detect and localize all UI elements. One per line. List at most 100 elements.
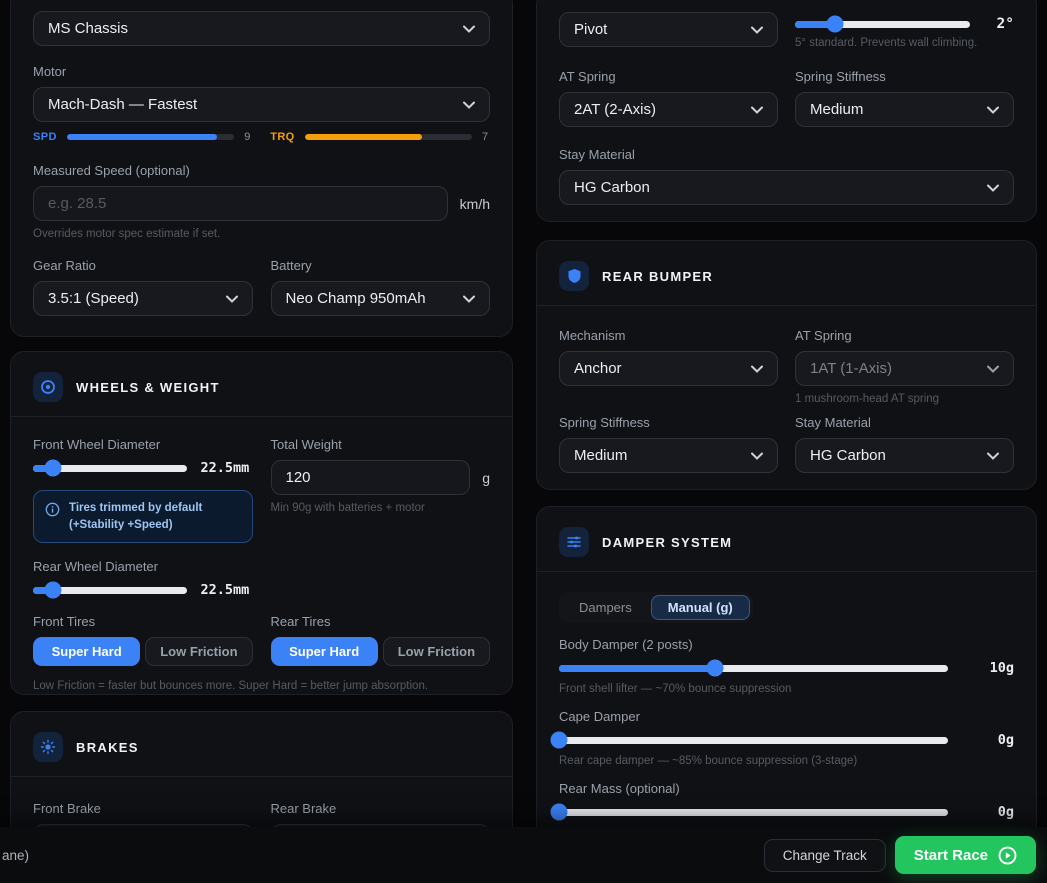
motor-stat-bars: SPD 9 TRQ 7	[33, 131, 490, 143]
gear-ratio-select[interactable]: 3.5:1 (Speed)	[33, 281, 253, 316]
front-angle-value: 2°	[984, 16, 1014, 32]
front-mechanism-select[interactable]: Pivot	[559, 12, 778, 47]
chassis-select[interactable]: MS Chassis	[33, 11, 490, 46]
front-tire-low-friction-button[interactable]: Low Friction	[145, 637, 252, 666]
panel-title: DAMPER SYSTEM	[602, 535, 732, 550]
battery-label: Battery	[271, 258, 491, 273]
weight-unit-label: g	[482, 470, 490, 486]
drivetrain-panel: MS Chassis Motor Mach-Dash — Fastest SPD…	[10, 0, 513, 337]
race-setup-screen: MS Chassis Motor Mach-Dash — Fastest SPD…	[0, 0, 1047, 883]
front-tire-super-hard-button[interactable]: Super Hard	[33, 637, 140, 666]
rear-tire-super-hard-button[interactable]: Super Hard	[271, 637, 378, 666]
total-weight-input[interactable]	[271, 460, 471, 495]
trq-label: TRQ	[270, 131, 294, 143]
gear-ratio-label: Gear Ratio	[33, 258, 253, 273]
front-wheel-slider[interactable]	[33, 465, 187, 472]
cape-damper-value: 0g	[962, 732, 1014, 748]
rear-stay-label: Stay Material	[795, 415, 1014, 430]
sliders-icon	[559, 527, 589, 557]
rear-at-spring-select-value: 1AT (1-Axis)	[810, 360, 979, 377]
front-stiffness-select[interactable]: Medium	[795, 92, 1014, 127]
damper-system-panel: DAMPER SYSTEM Dampers Manual (g) Body Da…	[536, 506, 1037, 866]
tab-manual-g[interactable]: Manual (g)	[651, 595, 750, 620]
front-angle-slider-thumb[interactable]	[827, 16, 844, 33]
rear-stay-select[interactable]: HG Carbon	[795, 438, 1014, 473]
chassis-select-value: MS Chassis	[48, 20, 455, 37]
rear-tire-low-friction-button[interactable]: Low Friction	[383, 637, 490, 666]
cape-damper-slider[interactable]	[559, 737, 948, 744]
rear-wheel-slider[interactable]	[33, 587, 187, 594]
rear-mass-slider-thumb[interactable]	[551, 804, 568, 821]
wheels-weight-panel: WHEELS & WEIGHT Front Wheel Diameter 22.…	[10, 351, 513, 695]
motor-label: Motor	[33, 64, 490, 79]
motor-select[interactable]: Mach-Dash — Fastest	[33, 87, 490, 122]
rear-mass-slider[interactable]	[559, 809, 948, 816]
rear-mechanism-select-value: Anchor	[574, 360, 743, 377]
damper-mode-tabs: Dampers Manual (g)	[559, 592, 753, 623]
chevron-down-icon	[463, 25, 475, 33]
rear-brake-label: Rear Brake	[271, 801, 491, 816]
measured-speed-help: Overrides motor spec estimate if set.	[33, 228, 490, 240]
rear-at-spring-help: 1 mushroom-head AT spring	[795, 393, 1014, 405]
cape-damper-help: Rear cape damper — ~85% bounce suppressi…	[559, 755, 1014, 767]
battery-select[interactable]: Neo Champ 950mAh	[271, 281, 491, 316]
rear-wheel-value: 22.5mm	[201, 582, 253, 598]
body-damper-value: 10g	[962, 660, 1014, 676]
front-wheel-slider-thumb[interactable]	[44, 460, 61, 477]
front-angle-slider[interactable]	[795, 21, 970, 28]
body-damper-help: Front shell lifter — ~70% bounce suppres…	[559, 683, 1014, 695]
gear-ratio-select-value: 3.5:1 (Speed)	[48, 290, 218, 307]
play-circle-icon	[998, 846, 1017, 865]
body-damper-label: Body Damper (2 posts)	[559, 637, 1014, 652]
chevron-down-icon	[987, 452, 999, 460]
panel-title: WHEELS & WEIGHT	[76, 380, 220, 395]
front-at-spring-label: AT Spring	[559, 69, 778, 84]
body-damper-slider-thumb[interactable]	[706, 660, 723, 677]
rear-bumper-panel: REAR BUMPER Mechanism Anchor AT Spring 1…	[536, 240, 1037, 490]
rear-mechanism-label: Mechanism	[559, 328, 778, 343]
cape-damper-label: Cape Damper	[559, 709, 1014, 724]
tires-help: Low Friction = faster but bounces more. …	[33, 680, 490, 692]
measured-speed-input[interactable]	[33, 186, 448, 221]
rear-at-spring-label: AT Spring	[795, 328, 1014, 343]
body-damper-slider[interactable]	[559, 665, 948, 672]
chevron-down-icon	[463, 295, 475, 303]
front-stay-label: Stay Material	[559, 147, 1014, 162]
chevron-down-icon	[463, 101, 475, 109]
chevron-down-icon	[226, 295, 238, 303]
total-weight-label: Total Weight	[271, 437, 491, 452]
chevron-down-icon	[751, 106, 763, 114]
front-at-spring-select[interactable]: 2AT (2-Axis)	[559, 92, 778, 127]
footer-bar: ane) Change Track Start Race	[0, 827, 1047, 883]
rear-wheel-slider-thumb[interactable]	[44, 582, 61, 599]
front-stay-select[interactable]: HG Carbon	[559, 170, 1014, 205]
rear-stay-select-value: HG Carbon	[810, 447, 979, 464]
chevron-down-icon	[987, 184, 999, 192]
front-mechanism-select-value: Pivot	[574, 21, 743, 38]
tires-trimmed-note: Tires trimmed by default (+Stability +Sp…	[33, 490, 253, 543]
target-icon	[33, 372, 63, 402]
chevron-down-icon	[751, 26, 763, 34]
chevron-down-icon	[751, 452, 763, 460]
front-stiffness-select-value: Medium	[810, 101, 979, 118]
rear-wheel-label: Rear Wheel Diameter	[33, 559, 253, 574]
tires-trimmed-text: Tires trimmed by default (+Stability +Sp…	[69, 500, 241, 533]
shield-icon	[559, 261, 589, 291]
front-wheel-value: 22.5mm	[201, 460, 253, 476]
spd-value: 9	[244, 131, 252, 143]
total-weight-help: Min 90g with batteries + motor	[271, 502, 491, 514]
front-stay-select-value: HG Carbon	[574, 179, 979, 196]
change-track-button[interactable]: Change Track	[764, 839, 886, 872]
front-stiffness-label: Spring Stiffness	[795, 69, 1014, 84]
start-race-label: Start Race	[914, 847, 988, 864]
cape-damper-slider-thumb[interactable]	[551, 732, 568, 749]
trq-value: 7	[482, 131, 490, 143]
rear-mass-value: 0g	[962, 804, 1014, 820]
rear-tires-label: Rear Tires	[271, 614, 491, 629]
tab-dampers[interactable]: Dampers	[562, 595, 649, 620]
rear-at-spring-select[interactable]: 1AT (1-Axis)	[795, 351, 1014, 386]
start-race-button[interactable]: Start Race	[895, 836, 1036, 874]
front-bumper-panel: Pivot 2° 5° standard. Prevents wall clim…	[536, 0, 1037, 222]
rear-mechanism-select[interactable]: Anchor	[559, 351, 778, 386]
rear-stiffness-select[interactable]: Medium	[559, 438, 778, 473]
